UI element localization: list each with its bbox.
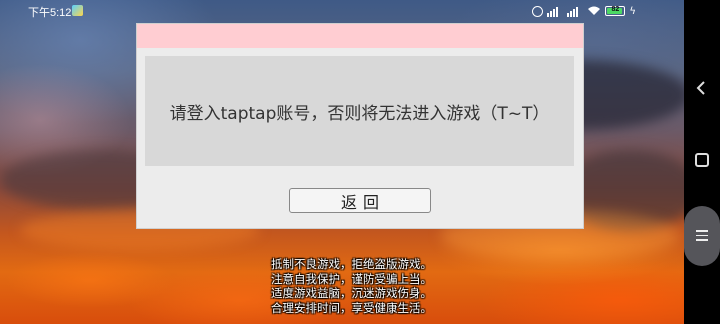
navigation-bar (684, 0, 720, 324)
health-notice-line: 注意自我保护，谨防受骗上当。 (271, 271, 432, 286)
alarm-icon (532, 5, 544, 17)
charging-icon: ϟ (629, 5, 636, 17)
back-button[interactable]: 返回 (289, 188, 431, 213)
signal-icon-2 (567, 5, 583, 17)
signal-icon (547, 5, 563, 17)
app-notification-icon (72, 5, 83, 16)
back-icon[interactable] (693, 78, 711, 98)
menu-icon (696, 230, 708, 244)
dialog-message-box: 请登入taptap账号，否则将无法进入游戏（T~T） (145, 56, 574, 166)
battery-icon: 82 (605, 6, 626, 16)
status-bar: 下午5:12 82 ϟ (0, 0, 684, 22)
health-notice-line: 抵制不良游戏，拒绝盗版游戏。 (271, 257, 432, 271)
status-icons: 82 ϟ (532, 5, 636, 17)
dialog-message: 请登入taptap账号，否则将无法进入游戏（T~T） (169, 103, 550, 124)
health-notice: 抵制不良游戏，拒绝盗版游戏。 注意自我保护，谨防受骗上当。 适度游戏益脑，沉迷游… (271, 257, 461, 315)
home-icon[interactable] (695, 153, 709, 167)
dialog-header (137, 24, 583, 48)
menu-button[interactable] (684, 206, 720, 266)
wifi-icon (587, 5, 601, 17)
health-notice-line: 适度游戏益脑，沉迷游戏伤身。 (271, 286, 432, 300)
game-screen: 下午5:12 82 ϟ 请登入taptap账号，否则将无法进入游戏（T~T） 返 (0, 0, 720, 324)
status-time: 下午5:12 (28, 7, 72, 19)
login-required-dialog: 请登入taptap账号，否则将无法进入游戏（T~T） 返回 (136, 23, 584, 229)
health-notice-line: 合理安排时间，享受健康生活。 (271, 300, 432, 315)
battery-level: 82 (611, 6, 620, 13)
